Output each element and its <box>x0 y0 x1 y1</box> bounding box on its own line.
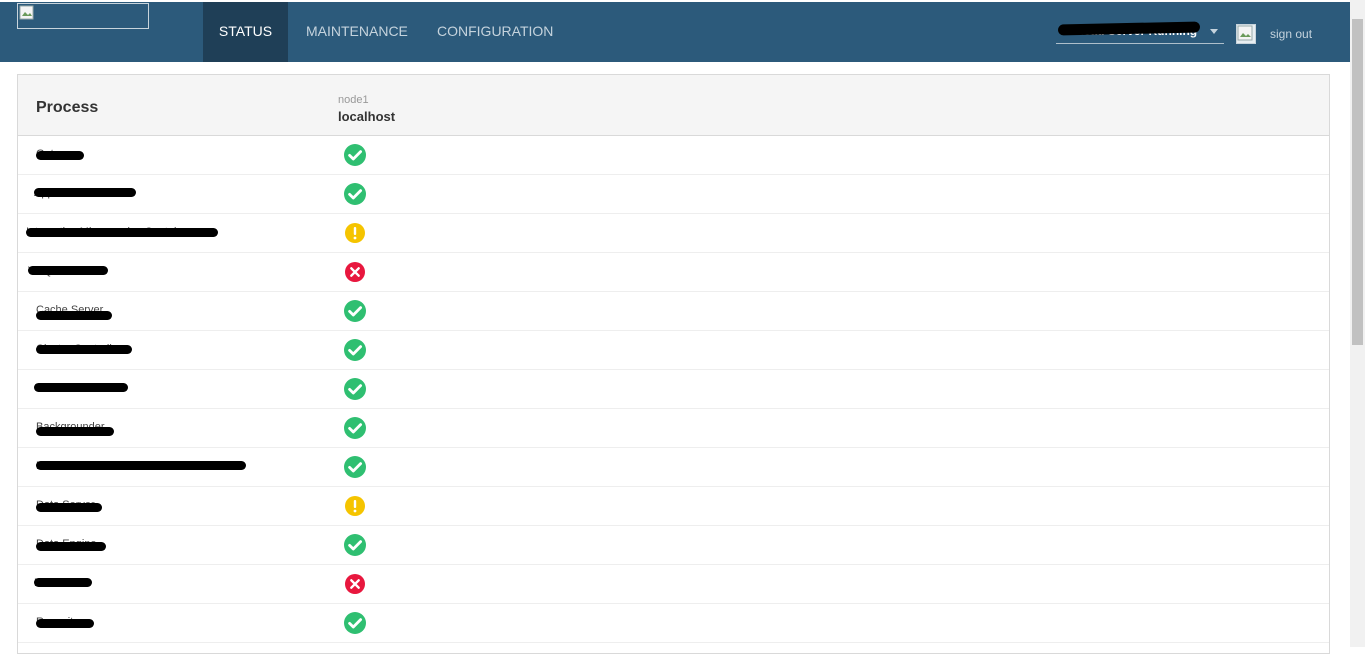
process-status <box>344 495 366 517</box>
process-status <box>344 612 366 634</box>
status-ok-icon <box>344 378 366 400</box>
process-status <box>344 378 366 400</box>
process-row: Cache Server <box>18 292 1329 331</box>
node-name: node1 <box>338 94 369 106</box>
process-status <box>344 300 366 322</box>
process-row: Search & Browse <box>18 370 1329 409</box>
process-status <box>344 261 366 283</box>
redaction-mark <box>36 542 106 551</box>
status-ok-icon <box>344 417 366 439</box>
process-status <box>344 183 366 205</box>
redaction-mark <box>34 578 92 587</box>
redaction-mark <box>34 188 136 197</box>
process-row: Cluster Controller <box>18 331 1329 370</box>
status-ok-icon <box>344 144 366 166</box>
status-error-icon <box>345 262 365 282</box>
process-status <box>344 573 366 595</box>
server-status-select[interactable]: Tableau Server Running <box>1056 20 1224 44</box>
process-status <box>344 534 366 556</box>
redaction-mark <box>36 151 84 160</box>
process-status-panel: Process node1 localhost GatewayApplicati… <box>17 74 1330 654</box>
broken-image-icon <box>1237 25 1253 41</box>
redaction-mark <box>36 503 102 512</box>
redaction-mark <box>26 228 218 237</box>
panel-header: Process node1 localhost <box>18 75 1329 136</box>
redaction-mark <box>28 266 108 275</box>
process-row: File Store <box>18 565 1329 604</box>
process-status <box>344 222 366 244</box>
redaction-mark <box>34 383 128 392</box>
redaction-mark <box>36 427 114 436</box>
process-row: Non-Interactive Microservice Container <box>18 448 1329 487</box>
status-warning-icon <box>345 223 365 243</box>
redaction-mark <box>36 619 94 628</box>
process-status <box>344 456 366 478</box>
process-status <box>344 339 366 361</box>
redaction-mark <box>36 461 246 470</box>
process-row: Data Engine <box>18 526 1329 565</box>
process-status <box>344 144 366 166</box>
process-row: Repository <box>18 604 1329 643</box>
status-error-icon <box>345 574 365 594</box>
node-host: localhost <box>338 109 396 124</box>
process-row: Application Server <box>18 175 1329 214</box>
scrollbar-thumb[interactable] <box>1352 19 1363 345</box>
process-row: VizQL Server <box>18 253 1329 292</box>
user-avatar[interactable] <box>1236 24 1256 44</box>
process-row: Gateway <box>18 136 1329 175</box>
chevron-down-icon <box>1210 29 1218 34</box>
top-nav-bar: STATUS MAINTENANCE CONFIGURATION Tableau… <box>0 2 1350 62</box>
redaction-mark <box>36 345 132 354</box>
sign-out-link[interactable]: sign out <box>1270 27 1312 41</box>
tab-configuration[interactable]: CONFIGURATION <box>419 2 571 62</box>
tab-maintenance[interactable]: MAINTENANCE <box>288 2 426 62</box>
process-row: Interactive Microservice Container <box>18 214 1329 253</box>
status-warning-icon <box>345 496 365 516</box>
status-ok-icon <box>344 534 366 556</box>
process-row: Data Server <box>18 487 1329 526</box>
tableau-logo[interactable] <box>17 3 149 29</box>
broken-image-icon <box>19 5 34 20</box>
status-ok-icon <box>344 300 366 322</box>
process-status <box>344 417 366 439</box>
status-ok-icon <box>344 183 366 205</box>
process-row: Backgrounder <box>18 409 1329 448</box>
status-ok-icon <box>344 339 366 361</box>
vertical-scrollbar[interactable] <box>1350 0 1365 647</box>
status-ok-icon <box>344 456 366 478</box>
redaction-mark <box>36 311 112 320</box>
process-column-header: Process <box>36 99 99 116</box>
tab-status[interactable]: STATUS <box>203 2 288 62</box>
status-ok-icon <box>344 612 366 634</box>
